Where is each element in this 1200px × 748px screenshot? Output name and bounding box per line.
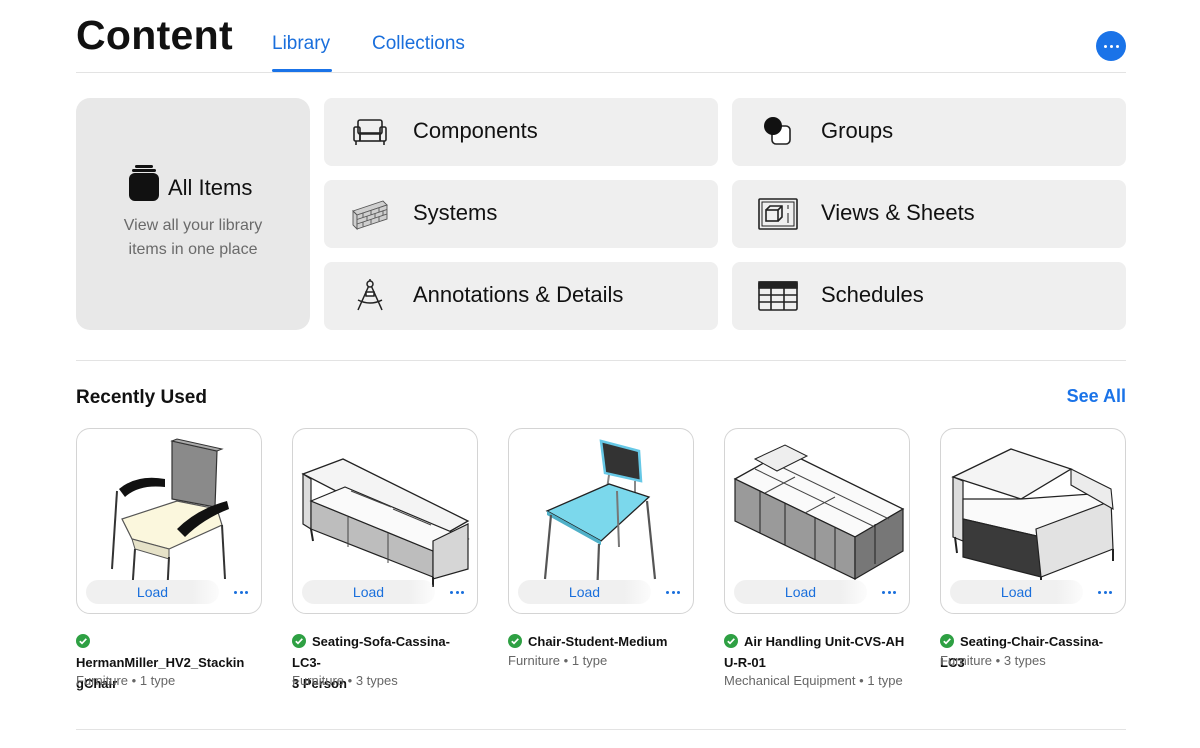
category-schedules[interactable]: Schedules: [732, 262, 1126, 330]
check-circle-icon: [940, 634, 954, 648]
item-more-button[interactable]: [660, 580, 686, 604]
category-annotations-details[interactable]: Annotations & Details: [324, 262, 718, 330]
load-button[interactable]: Load: [302, 580, 435, 604]
check-circle-icon: [508, 634, 522, 648]
section-divider: [76, 360, 1126, 361]
item-thumbnail[interactable]: Load: [76, 428, 262, 614]
item-name: Air Handling Unit-CVS-AH U-R-01: [724, 634, 905, 670]
item-name: Chair-Student-Medium: [508, 631, 694, 652]
views-sheets-icon: [758, 194, 798, 234]
tab-library[interactable]: Library: [272, 33, 330, 55]
category-components[interactable]: Components: [324, 98, 718, 166]
item-more-button[interactable]: [1092, 580, 1118, 604]
page-title: Content: [76, 12, 233, 58]
table-icon: [758, 276, 798, 316]
category-systems[interactable]: Systems: [324, 180, 718, 248]
more-options-button[interactable]: [1096, 31, 1126, 61]
category-views-sheets[interactable]: Views & Sheets: [732, 180, 1126, 248]
item-more-button[interactable]: [444, 580, 470, 604]
all-items-description: View all your library items in one place: [123, 217, 263, 258]
category-label: Groups: [821, 118, 894, 143]
item-more-button[interactable]: [876, 580, 902, 604]
item-meta: Furniture • 1 type: [508, 653, 608, 668]
see-all-link[interactable]: See All: [1067, 386, 1126, 407]
load-button[interactable]: Load: [518, 580, 651, 604]
item-thumbnail[interactable]: Load: [724, 428, 910, 614]
category-label: Components: [413, 118, 538, 143]
load-button[interactable]: Load: [950, 580, 1083, 604]
load-button[interactable]: Load: [86, 580, 219, 604]
brick-wall-icon: [350, 194, 390, 234]
header: Content Library Collections: [76, 0, 1126, 73]
all-items-card[interactable]: All Items View all your library items in…: [76, 98, 310, 330]
item-thumbnail[interactable]: Load: [292, 428, 478, 614]
category-label: Systems: [413, 200, 498, 225]
item-meta: Furniture • 3 types: [940, 653, 1046, 668]
bottom-divider: [76, 729, 1126, 730]
groups-icon: [758, 112, 798, 152]
drafting-compass-icon: [350, 276, 390, 316]
more-horizontal-icon: [1103, 44, 1107, 48]
check-circle-icon: [76, 634, 90, 648]
all-items-title: All Items: [168, 175, 253, 200]
category-groups[interactable]: Groups: [732, 98, 1126, 166]
category-label: Annotations & Details: [413, 282, 624, 307]
item-thumbnail[interactable]: Load: [940, 428, 1126, 614]
category-label: Schedules: [821, 282, 924, 307]
recently-used-heading: Recently Used: [76, 387, 207, 408]
category-label: Views & Sheets: [821, 200, 975, 225]
check-circle-icon: [292, 634, 306, 648]
tab-collections[interactable]: Collections: [372, 33, 465, 55]
stack-icon: [129, 165, 159, 201]
active-tab-indicator: [272, 69, 332, 72]
item-more-button[interactable]: [228, 580, 254, 604]
item-meta: Mechanical Equipment • 1 type: [724, 673, 903, 688]
check-circle-icon: [724, 634, 738, 648]
armchair-icon: [350, 112, 390, 152]
load-button[interactable]: Load: [734, 580, 867, 604]
item-meta: Furniture • 3 types: [292, 673, 398, 688]
item-thumbnail[interactable]: Load: [508, 428, 694, 614]
item-meta: Furniture • 1 type: [76, 673, 176, 688]
